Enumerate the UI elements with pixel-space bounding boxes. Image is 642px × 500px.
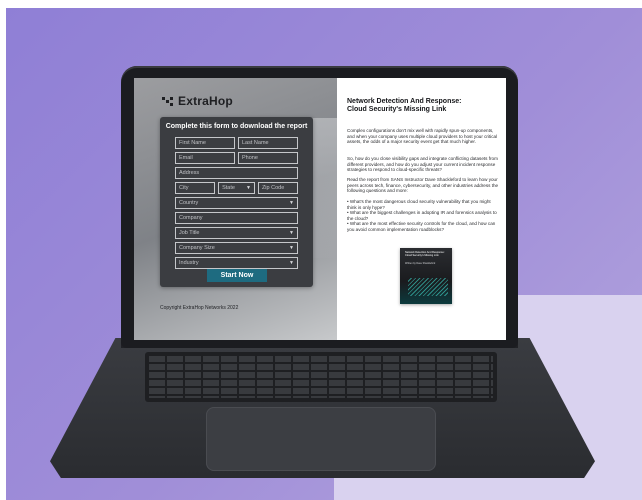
form-row-contact: Email Phone xyxy=(175,152,298,164)
report-cover-thumbnail: Network Detection And Response: Cloud Se… xyxy=(400,248,452,304)
thumbnail-title: Network Detection And Response: Cloud Se… xyxy=(405,251,445,257)
extrahop-logo-icon xyxy=(162,96,174,106)
form-row-country: Country ▼ xyxy=(175,197,298,209)
first-name-field[interactable]: First Name xyxy=(175,137,235,149)
list-item: • What are the most effective security c… xyxy=(347,221,496,232)
laptop-screen: ExtraHop Complete this form to download … xyxy=(134,78,506,340)
industry-select[interactable]: Industry ▼ xyxy=(175,257,298,269)
state-select[interactable]: State ▼ xyxy=(218,182,255,194)
thumbnail-subtitle: Written by Dave Shackleford xyxy=(405,262,436,265)
list-item: • What are the biggest challenges in ado… xyxy=(347,210,497,221)
chevron-down-icon: ▼ xyxy=(245,185,251,191)
industry-select-label: Industry xyxy=(179,260,199,266)
keyboard xyxy=(145,352,497,402)
form-row-industry: Industry ▼ xyxy=(175,257,298,269)
chevron-down-icon: ▼ xyxy=(289,230,294,236)
state-select-label: State xyxy=(222,185,235,191)
form-title: Complete this form to download the repor… xyxy=(165,123,308,130)
zip-code-field[interactable]: Zip Code xyxy=(257,182,298,194)
job-title-select[interactable]: Job Title ▼ xyxy=(175,227,298,239)
report-title: Network Detection And Response: Cloud Se… xyxy=(347,98,497,114)
country-select[interactable]: Country ▼ xyxy=(175,197,298,209)
copyright-text: Copyright ExtraHop Networks 2022 xyxy=(160,305,239,311)
country-select-label: Country xyxy=(179,200,199,206)
company-size-select-label: Company Size xyxy=(179,245,215,251)
landing-right-pane: Network Detection And Response: Cloud Se… xyxy=(337,78,506,340)
keyboard-keys xyxy=(149,356,493,398)
company-field[interactable]: Company xyxy=(175,212,298,224)
email-field[interactable]: Email xyxy=(175,152,235,164)
intro-paragraph: Complex configurations don't mix well wi… xyxy=(347,128,498,145)
form-row-company: Company xyxy=(175,212,298,224)
start-now-button[interactable]: Start Now xyxy=(207,269,267,282)
company-size-select[interactable]: Company Size ▼ xyxy=(175,242,298,254)
extrahop-logo: ExtraHop xyxy=(162,94,233,108)
logo-text: ExtraHop xyxy=(178,94,233,108)
form-row-company-size: Company Size ▼ xyxy=(175,242,298,254)
list-item: • What's the most dangerous cloud securi… xyxy=(347,199,491,210)
read-report-paragraph: Read the report from SANS Instructor Dav… xyxy=(347,177,499,194)
chevron-down-icon: ▼ xyxy=(289,260,294,266)
chevron-down-icon: ▼ xyxy=(289,245,294,251)
report-title-line-2: Cloud Security's Missing Link xyxy=(347,106,447,113)
report-title-line-1: Network Detection And Response: xyxy=(347,98,462,105)
bullet-list: • What's the most dangerous cloud securi… xyxy=(347,199,499,233)
landing-left-pane: ExtraHop Complete this form to download … xyxy=(134,78,337,340)
city-field[interactable]: City xyxy=(175,182,216,194)
form-row-name: First Name Last Name xyxy=(175,137,298,149)
question-paragraph: So, how do you close visibility gaps and… xyxy=(347,156,498,173)
chevron-down-icon: ▼ xyxy=(289,200,294,206)
last-name-field[interactable]: Last Name xyxy=(238,137,298,149)
address-field[interactable]: Address xyxy=(175,167,298,179)
form-row-location: City State ▼ Zip Code xyxy=(175,182,298,194)
phone-field[interactable]: Phone xyxy=(238,152,298,164)
download-form: Complete this form to download the repor… xyxy=(160,117,313,287)
job-title-select-label: Job Title xyxy=(179,230,200,236)
form-row-address: Address xyxy=(175,167,298,179)
trackpad[interactable] xyxy=(206,407,436,471)
form-row-job-title: Job Title ▼ xyxy=(175,227,298,239)
thumbnail-graphic xyxy=(408,278,448,296)
